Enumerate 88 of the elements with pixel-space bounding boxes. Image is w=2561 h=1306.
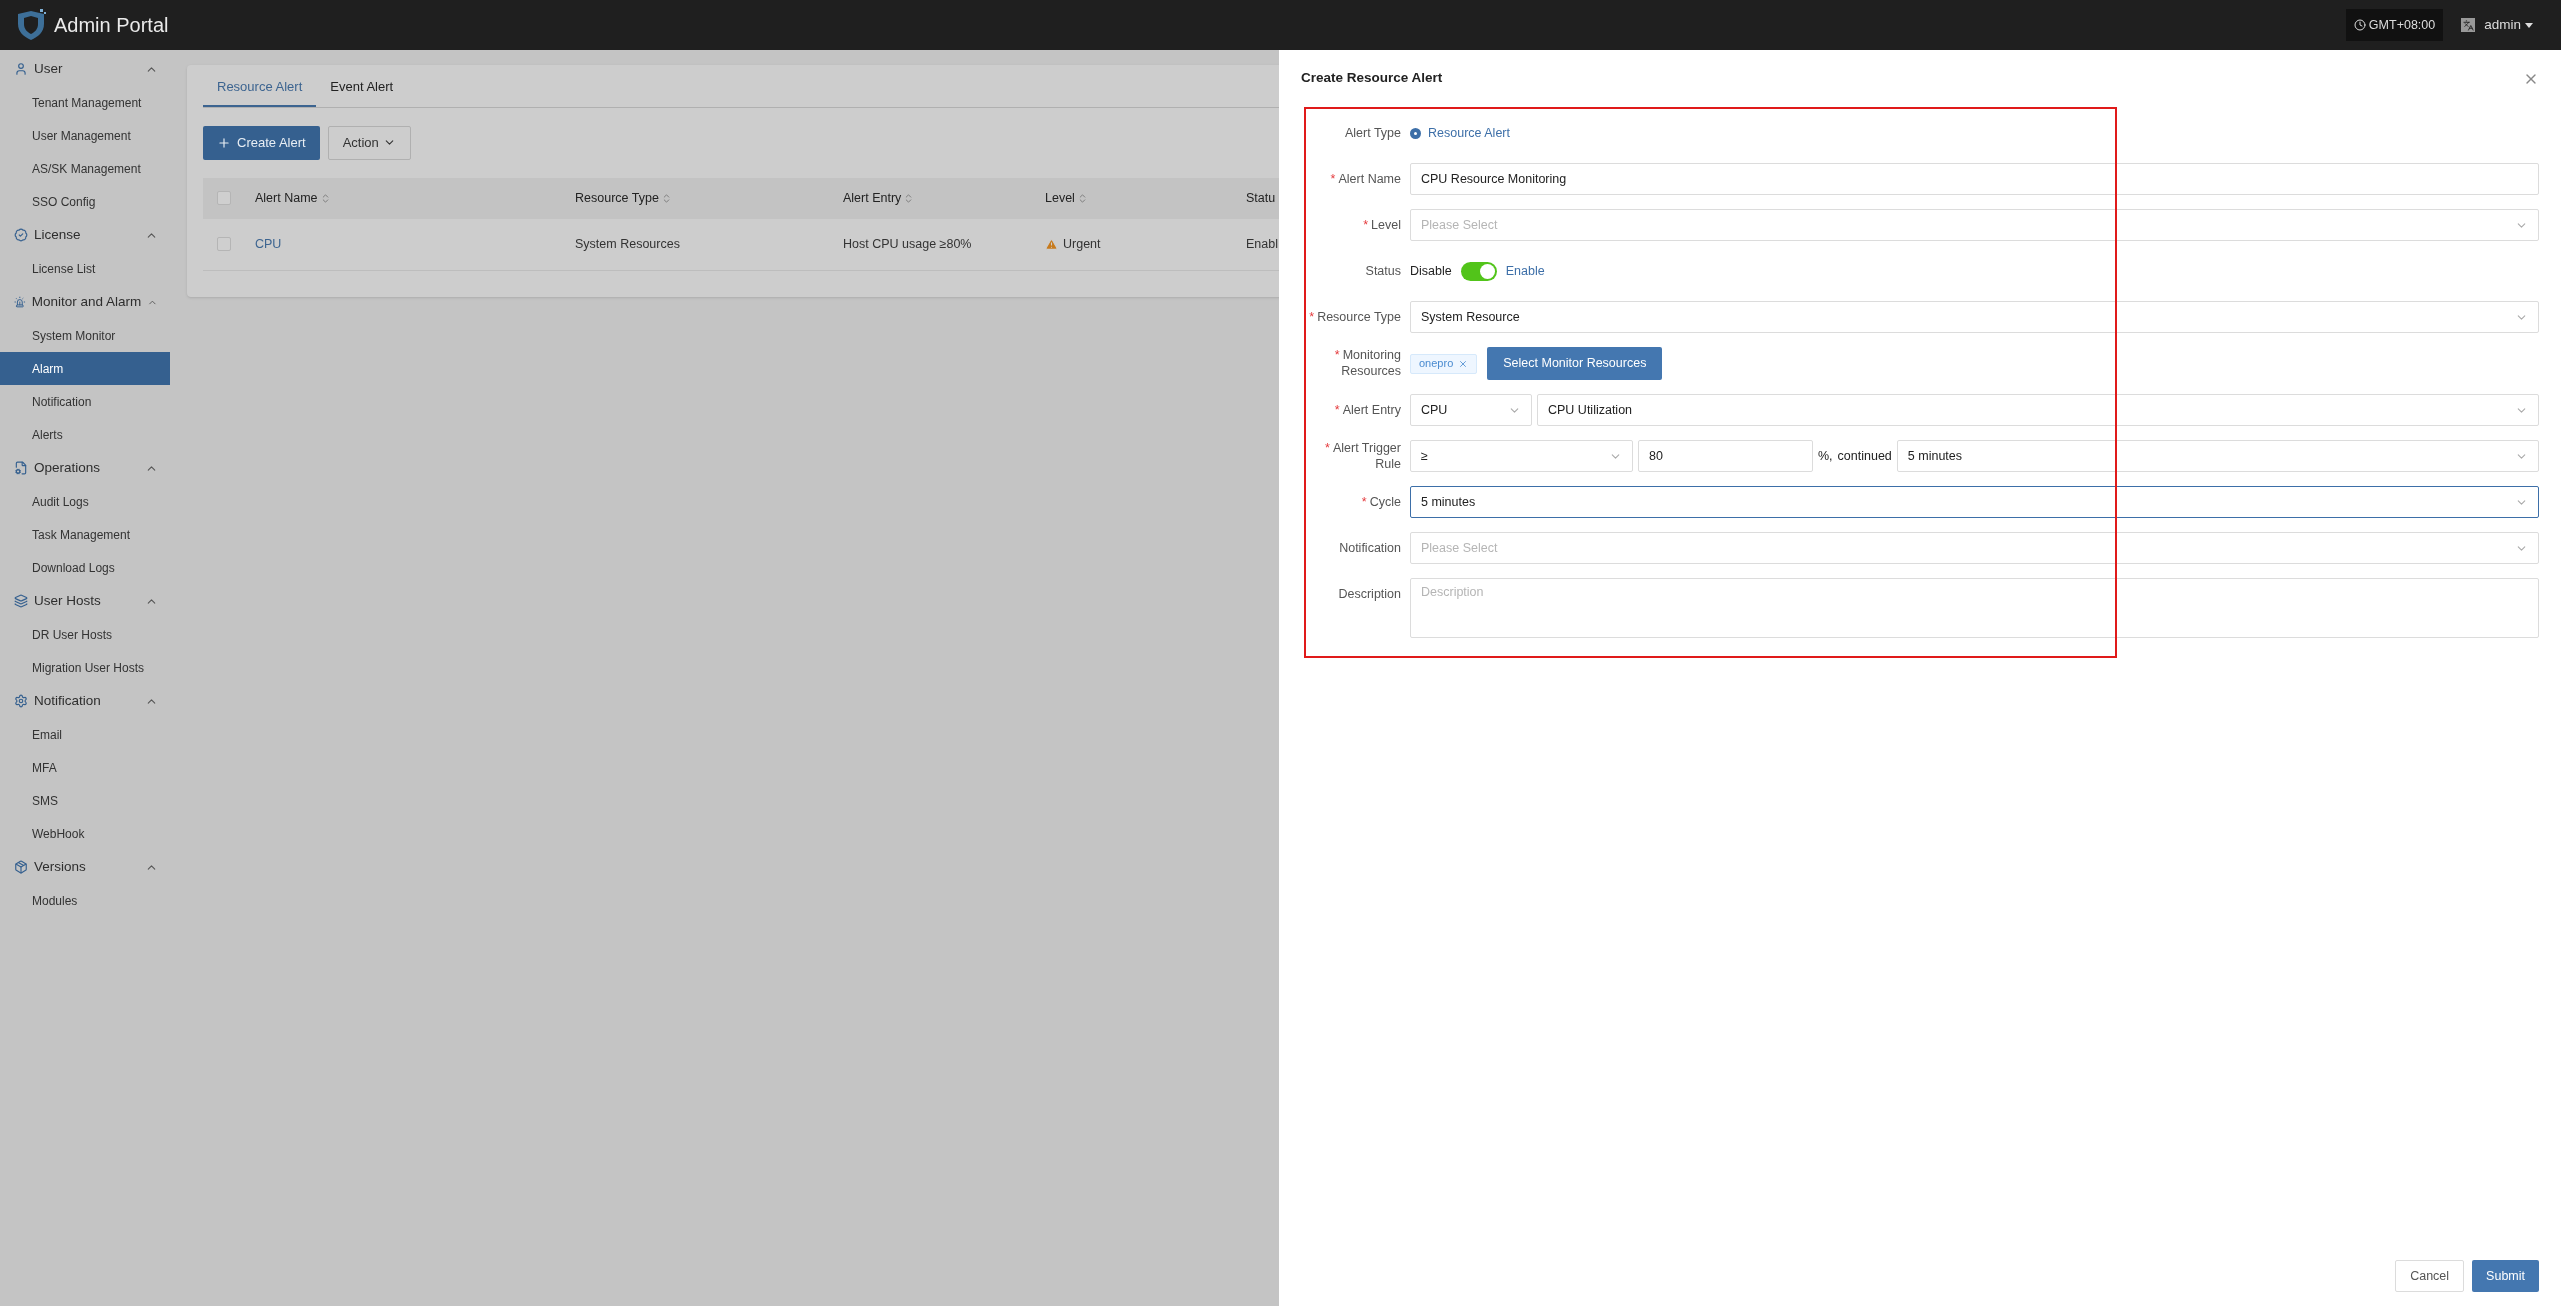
sidebar-item[interactable]: Modules bbox=[0, 884, 170, 917]
user-icon bbox=[14, 62, 28, 76]
package-icon bbox=[14, 860, 28, 874]
plus-icon bbox=[217, 135, 231, 150]
sidebar-item[interactable]: MFA bbox=[0, 751, 170, 784]
sidebar-group-header[interactable]: License bbox=[0, 218, 170, 252]
inline-text: continued bbox=[1837, 447, 1892, 465]
toggle-switch[interactable] bbox=[1460, 261, 1497, 281]
select-field[interactable]: CPU Utilization bbox=[1537, 394, 2539, 426]
sidebar-group-header[interactable]: Notification bbox=[0, 684, 170, 718]
language-icon[interactable] bbox=[2461, 18, 2476, 32]
sidebar-item[interactable]: SMS bbox=[0, 784, 170, 817]
cancel-button[interactable]: Cancel bbox=[2395, 1260, 2465, 1292]
warning-icon bbox=[1045, 237, 1058, 251]
column-header: Level bbox=[1045, 189, 1075, 207]
input-field[interactable]: 80 bbox=[1638, 440, 1813, 472]
siren-icon bbox=[14, 295, 26, 309]
select-field[interactable]: 5 minutes bbox=[1410, 486, 2539, 518]
sidebar-group-header[interactable]: User Hosts bbox=[0, 584, 170, 618]
radio-option[interactable]: Resource Alert bbox=[1410, 123, 1510, 143]
sidebar-group-header[interactable]: User bbox=[0, 52, 170, 86]
sidebar-item[interactable]: DR User Hosts bbox=[0, 618, 170, 651]
field-label: * Alert Trigger Rule bbox=[1324, 440, 1401, 472]
switch-on-label: Enable bbox=[1505, 262, 1545, 280]
sidebar-group-header[interactable]: Monitor and Alarm bbox=[0, 285, 170, 319]
layers-icon bbox=[14, 594, 28, 608]
table-cell-text: System Resources bbox=[575, 235, 680, 253]
resource-tag: onepro bbox=[1410, 353, 1478, 374]
drawer-title: Create Resource Alert bbox=[1301, 69, 1443, 88]
sidebar-item[interactable]: Alerts bbox=[0, 418, 170, 451]
sidebar-group-header[interactable]: Operations bbox=[0, 451, 170, 485]
column-header: Resource Type bbox=[575, 189, 659, 207]
sidebar-item[interactable]: SSO Config bbox=[0, 185, 170, 218]
alert-name-link[interactable]: CPU bbox=[255, 234, 282, 254]
sidebar-item[interactable]: User Management bbox=[0, 119, 170, 152]
field-label: * Cycle bbox=[1361, 494, 1401, 510]
close-icon[interactable] bbox=[1458, 358, 1469, 369]
input-field[interactable]: CPU Resource Monitoring bbox=[1410, 163, 2539, 195]
sidebar-item[interactable]: AS/SK Management bbox=[0, 152, 170, 185]
app-title: Admin Portal bbox=[54, 13, 169, 38]
sidebar-item[interactable]: Tenant Management bbox=[0, 86, 170, 119]
action-button[interactable]: Action bbox=[327, 125, 411, 160]
table-cell-text: Enabl bbox=[1246, 235, 1278, 253]
timezone-badge[interactable]: GMT+08:00 bbox=[2345, 9, 2444, 41]
select-all-checkbox[interactable] bbox=[217, 191, 231, 205]
field-label: Status bbox=[1365, 263, 1401, 279]
sidebar-item[interactable]: Email bbox=[0, 718, 170, 751]
badge-icon bbox=[14, 228, 28, 242]
sidebar-item[interactable]: Download Logs bbox=[0, 551, 170, 584]
row-checkbox[interactable] bbox=[217, 237, 231, 251]
field-label: Description bbox=[1338, 586, 1401, 602]
table-cell-text: Host CPU usage ≥80% bbox=[843, 235, 972, 253]
sidebar-item[interactable]: Notification bbox=[0, 385, 170, 418]
select-resources-button[interactable]: Select Monitor Resources bbox=[1487, 347, 1663, 380]
sidebar-item[interactable]: Migration User Hosts bbox=[0, 651, 170, 684]
sidebar-item[interactable]: Alarm bbox=[0, 352, 170, 385]
clock-icon bbox=[2353, 19, 2366, 31]
field-label: * Alert Entry bbox=[1334, 402, 1401, 418]
inline-text: %, bbox=[1818, 447, 1833, 465]
switch-off-label: Disable bbox=[1410, 262, 1452, 280]
field-label: * Level bbox=[1363, 217, 1401, 233]
table-cell-text: Urgent bbox=[1063, 235, 1101, 253]
column-header: Alert Entry bbox=[843, 189, 902, 207]
submit-button[interactable]: Submit bbox=[2472, 1260, 2539, 1292]
field-label: Alert Type bbox=[1344, 125, 1401, 141]
sidebar-item[interactable]: Audit Logs bbox=[0, 485, 170, 518]
column-header: Alert Name bbox=[255, 189, 318, 207]
field-label: * Monitoring Resources bbox=[1333, 347, 1401, 379]
caret-down-icon bbox=[2525, 22, 2533, 28]
select-field[interactable]: ≥ bbox=[1410, 440, 1633, 472]
select-field[interactable]: CPU bbox=[1410, 394, 1532, 426]
sidebar-item[interactable]: WebHook bbox=[0, 817, 170, 850]
field-label: * Alert Name bbox=[1330, 171, 1401, 187]
tab[interactable]: Event Alert bbox=[316, 77, 408, 107]
field-label: * Resource Type bbox=[1309, 309, 1401, 325]
user-menu[interactable]: admin bbox=[2484, 14, 2533, 36]
select-field[interactable]: System Resource bbox=[1410, 301, 2539, 333]
tab[interactable]: Resource Alert bbox=[203, 77, 317, 107]
sidebar-item[interactable]: System Monitor bbox=[0, 319, 170, 352]
field-label: Notification bbox=[1339, 540, 1401, 556]
select-field[interactable]: 5 minutes bbox=[1896, 440, 2539, 472]
column-header: Statu bbox=[1246, 189, 1276, 207]
sidebar-item[interactable]: Task Management bbox=[0, 518, 170, 551]
file-gear-icon bbox=[14, 461, 28, 475]
sidebar-group-header[interactable]: Versions bbox=[0, 850, 170, 884]
create-alert-button[interactable]: Create Alert bbox=[203, 125, 320, 160]
sidebar-item[interactable]: License List bbox=[0, 252, 170, 285]
gear-icon bbox=[14, 694, 28, 708]
